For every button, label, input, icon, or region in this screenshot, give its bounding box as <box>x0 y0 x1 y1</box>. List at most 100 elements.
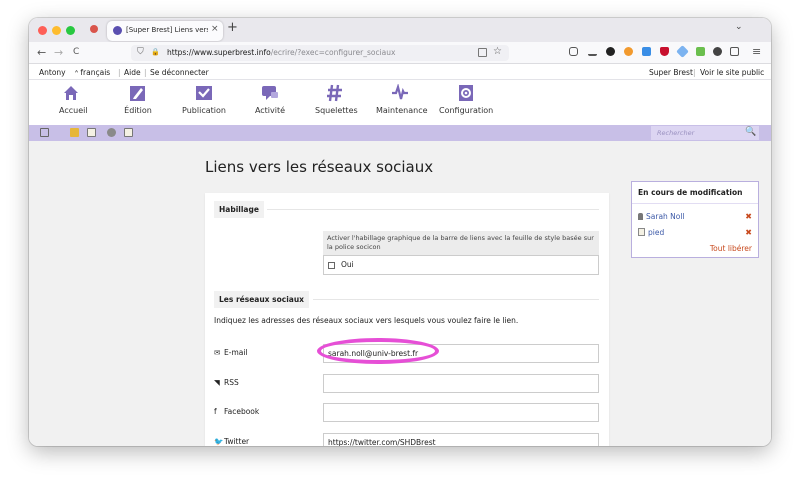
maximize-window-button[interactable] <box>66 26 75 35</box>
search-placeholder: Rechercher <box>657 129 695 137</box>
new-site-icon[interactable] <box>124 128 133 137</box>
editing-item-label[interactable]: pied <box>648 228 664 237</box>
new-folder-icon[interactable] <box>70 128 79 137</box>
menu-label: Publication <box>182 106 226 115</box>
divider <box>267 209 599 210</box>
tab-list-menu-icon[interactable]: ⌄ <box>735 22 743 32</box>
new-tab-button[interactable]: + <box>227 20 238 35</box>
section-habillage-title: Habillage <box>214 201 264 218</box>
check-icon <box>196 86 212 100</box>
tab-close-icon[interactable]: × <box>211 24 219 34</box>
facebook-label-text: Facebook <box>224 407 260 416</box>
email-label: ✉ E-mail <box>214 348 248 357</box>
menu-label: Maintenance <box>376 106 428 115</box>
site-favicon-icon <box>113 26 122 35</box>
editing-item-pied[interactable]: pied <box>638 228 664 237</box>
hash-icon <box>327 84 342 102</box>
pencil-icon <box>130 86 145 101</box>
logout-link[interactable]: Se déconnecter <box>150 68 209 77</box>
extension-orange-icon[interactable] <box>624 47 633 56</box>
downloads-icon[interactable] <box>588 47 597 56</box>
close-window-button[interactable] <box>38 26 47 35</box>
config-form: Habillage Activer l'habillage graphique … <box>205 193 609 446</box>
pocket-icon[interactable] <box>569 47 578 56</box>
help-link[interactable]: Aide <box>124 68 141 77</box>
separator: | <box>118 68 121 77</box>
lock-icon[interactable]: 🔒 <box>151 48 160 56</box>
extension-green-icon[interactable] <box>696 47 705 56</box>
tracking-shield-icon[interactable]: ⛉ <box>137 47 144 57</box>
menu-item-squelettes[interactable]: Squelettes <box>315 84 358 115</box>
reader-view-icon[interactable] <box>478 48 487 57</box>
browser-window: [Super Brest] Liens vers les rés × + ⌄ ←… <box>29 18 771 446</box>
admin-top-bar: Antony ᴬ français | Aide | Se déconnecte… <box>29 65 771 80</box>
habillage-checkbox-label[interactable]: Oui <box>341 260 354 269</box>
section-social-title: Les réseaux sociaux <box>214 291 309 308</box>
menu-item-activite[interactable]: Activité <box>253 84 287 115</box>
rss-icon: ◥ <box>214 378 220 387</box>
rss-label: ◥ RSS <box>214 378 239 387</box>
pinned-tab-icon[interactable] <box>90 25 98 33</box>
new-author-icon[interactable] <box>107 128 116 137</box>
menu-item-accueil[interactable]: Accueil <box>59 84 88 115</box>
minimize-window-button[interactable] <box>52 26 61 35</box>
reload-button[interactable]: C <box>73 47 79 57</box>
share-icon[interactable] <box>730 47 739 56</box>
url-text[interactable]: https://www.superbrest.info/ecrire/?exec… <box>167 48 395 57</box>
release-all-link[interactable]: Tout libérer <box>710 244 752 253</box>
url-host: https://www.superbrest.info <box>167 48 271 57</box>
pulse-icon <box>392 84 408 100</box>
menu-item-configuration[interactable]: Configuration <box>439 84 493 115</box>
ublock-icon[interactable] <box>660 47 669 56</box>
menu-item-publication[interactable]: Publication <box>181 84 227 115</box>
twitter-field[interactable] <box>323 433 599 446</box>
content-area: Liens vers les réseaux sociaux Habillage… <box>29 141 771 446</box>
menu-item-maintenance[interactable]: Maintenance <box>376 84 428 115</box>
quick-access-toolbar: Rechercher 🔍 <box>29 125 771 141</box>
user-icon <box>638 213 643 220</box>
tab-active[interactable]: [Super Brest] Liens vers les rés × <box>107 21 223 41</box>
extension-diamond-icon[interactable] <box>676 45 689 58</box>
menu-label: Configuration <box>439 106 494 115</box>
user-link[interactable]: Antony <box>39 68 66 77</box>
document-icon <box>638 228 645 236</box>
site-name-link[interactable]: Super Brest <box>649 68 693 77</box>
search-box[interactable]: Rechercher 🔍 <box>651 126 759 140</box>
menu-label: Activité <box>254 106 286 115</box>
language-link[interactable]: ᴬ français <box>75 68 110 77</box>
twitter-label: 🐦Twitter <box>214 437 249 446</box>
extension-blue-icon[interactable] <box>642 47 651 56</box>
menu-label: Édition <box>124 106 152 115</box>
new-article-icon[interactable] <box>87 128 96 137</box>
url-path: /ecrire/?exec=configurer_sociaux <box>270 48 396 57</box>
facebook-field[interactable] <box>323 403 599 422</box>
forward-button[interactable]: → <box>54 46 63 59</box>
url-bar[interactable]: ⛉ 🔒 https://www.superbrest.info/ecrire/?… <box>131 45 509 61</box>
menu-label: Accueil <box>59 106 88 115</box>
back-button[interactable]: ← <box>37 46 46 59</box>
bookmark-star-icon[interactable]: ☆ <box>493 46 502 57</box>
editing-status-title: En cours de modification <box>632 182 758 204</box>
app-menu-icon[interactable]: ≡ <box>752 45 761 58</box>
email-label-text: E-mail <box>224 348 248 357</box>
language-icon: ᴬ <box>75 69 79 77</box>
language-label: français <box>80 68 111 77</box>
email-field[interactable] <box>323 344 599 363</box>
habillage-checkbox[interactable] <box>328 262 335 269</box>
extension-a-icon[interactable] <box>606 47 615 56</box>
separator: | <box>144 68 147 77</box>
habillage-help-text: Activer l'habillage graphique de la barr… <box>323 231 599 255</box>
view-site-link[interactable]: Voir le site public <box>700 68 764 77</box>
remove-editing-sarah-icon[interactable]: ✖ <box>745 212 752 221</box>
navigation-bar: ← → C ⛉ 🔒 https://www.superbrest.info/ec… <box>29 42 771 64</box>
site-tree-icon[interactable] <box>40 128 49 137</box>
search-icon[interactable]: 🔍 <box>745 127 756 137</box>
remove-editing-pied-icon[interactable]: ✖ <box>745 228 752 237</box>
extension-dark-icon[interactable] <box>713 47 722 56</box>
tab-title: [Super Brest] Liens vers les rés <box>126 26 208 34</box>
editing-item-label[interactable]: Sarah Noll <box>646 212 685 221</box>
editing-item-sarah[interactable]: Sarah Noll <box>638 212 685 221</box>
menu-item-edition[interactable]: Édition <box>121 84 155 115</box>
page-title: Liens vers les réseaux sociaux <box>205 158 434 176</box>
rss-field[interactable] <box>323 374 599 393</box>
